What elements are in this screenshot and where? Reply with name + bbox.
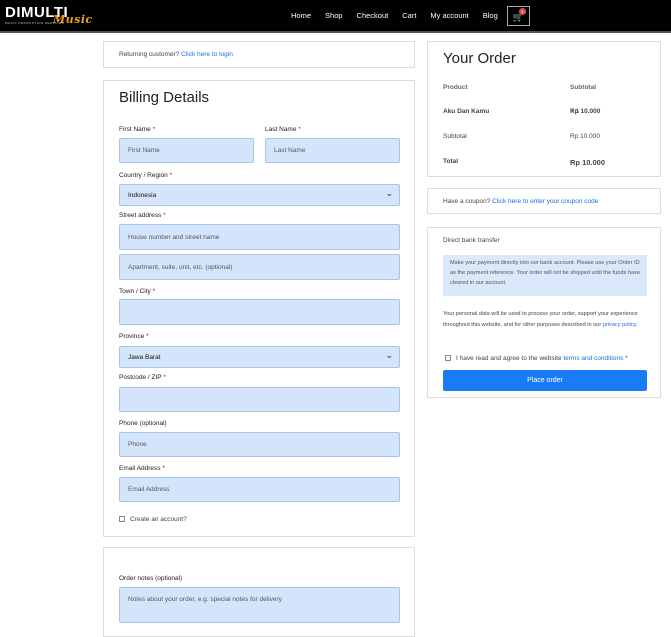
- logo[interactable]: DIMULTI Music MUSIC PRODUCTION SERVICES: [5, 4, 92, 26]
- order-notes-card: Order notes (optional) Notes about your …: [103, 547, 415, 637]
- terms-link[interactable]: terms and conditions: [563, 355, 623, 362]
- payment-card: Direct bank transfer Make your payment d…: [427, 227, 661, 398]
- billing-title: Billing Details: [119, 89, 210, 106]
- province-select[interactable]: Jawa Barat: [119, 346, 400, 368]
- nav-checkout[interactable]: Checkout: [357, 11, 389, 20]
- billing-details-card: Billing Details First Name * First Name …: [103, 80, 415, 537]
- nav-home[interactable]: Home: [291, 11, 311, 20]
- coupon-notice: Have a coupon? Click here to enter your …: [427, 188, 661, 214]
- privacy-policy-link[interactable]: privacy policy.: [603, 322, 638, 328]
- cart-button[interactable]: 🛒 1: [507, 6, 530, 26]
- place-order-button[interactable]: Place order: [443, 370, 647, 391]
- email-input[interactable]: Email Address: [119, 477, 400, 502]
- street-address-input[interactable]: House number and street name: [119, 224, 400, 250]
- coupon-link[interactable]: Click here to enter your coupon code: [492, 198, 598, 205]
- order-notes-textarea[interactable]: Notes about your order, e.g. special not…: [119, 587, 400, 623]
- terms-checkbox[interactable]: [445, 355, 451, 362]
- nav-blog[interactable]: Blog: [483, 11, 498, 20]
- phone-input[interactable]: Phone: [119, 432, 400, 457]
- apartment-input[interactable]: Apartment, suite, unit, etc. (optional): [119, 254, 400, 280]
- returning-customer-notice: Returning customer? Click here to login: [103, 41, 415, 68]
- payment-description: Make your payment directly into our bank…: [443, 255, 647, 296]
- your-order-card: Your Order Product Subtotal Aku Dan Kamu …: [427, 41, 661, 177]
- top-nav: DIMULTI Music MUSIC PRODUCTION SERVICES Ho…: [0, 0, 671, 33]
- first-name-input[interactable]: First Name: [119, 138, 254, 163]
- create-account-checkbox[interactable]: [119, 516, 125, 523]
- nav-cart[interactable]: Cart: [402, 11, 416, 20]
- nav-my-account[interactable]: My account: [430, 11, 468, 20]
- postcode-input[interactable]: [119, 387, 400, 412]
- last-name-input[interactable]: Last Name: [265, 138, 400, 163]
- login-link[interactable]: Click here to login: [181, 51, 233, 58]
- country-select[interactable]: Indonesia: [119, 184, 400, 206]
- payment-method-label: Direct bank transfer: [443, 237, 500, 244]
- nav-shop[interactable]: Shop: [325, 11, 343, 20]
- cart-count: 1: [519, 8, 526, 15]
- town-city-input[interactable]: [119, 299, 400, 325]
